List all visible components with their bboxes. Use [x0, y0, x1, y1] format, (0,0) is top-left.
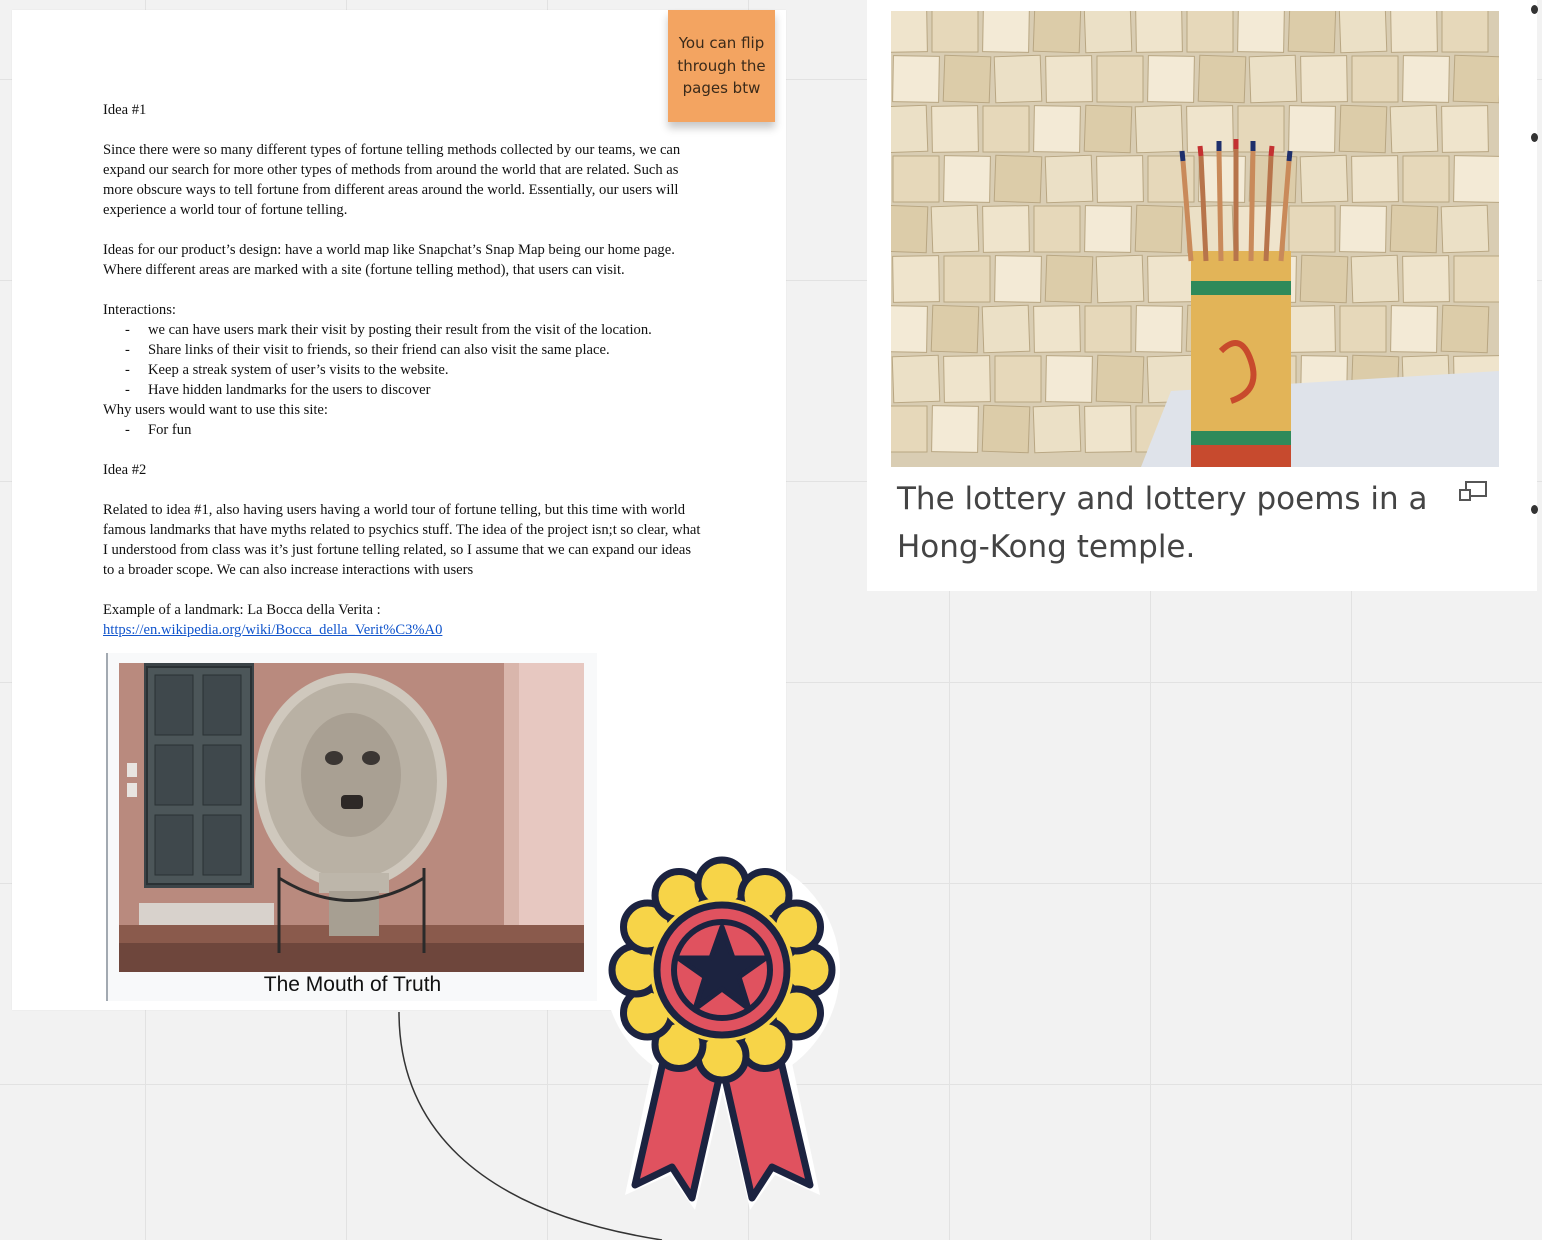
- edge-handle[interactable]: [1531, 133, 1538, 142]
- list-item: Keep a streak system of user’s visits to…: [125, 360, 703, 380]
- award-ribbon-icon[interactable]: [600, 855, 845, 1220]
- document-body: Idea #1 Since there were so many differe…: [103, 100, 703, 640]
- idea1-paragraph: Since there were so many different types…: [103, 142, 681, 218]
- sticky-note[interactable]: You can flip through the pages btw: [668, 10, 775, 122]
- idea1-heading: Idea #1: [103, 102, 147, 118]
- figure-mouth-of-truth: The Mouth of Truth: [106, 653, 597, 1001]
- enlarge-icon[interactable]: [1457, 480, 1489, 504]
- why-heading: Why users would want to use this site:: [103, 402, 328, 418]
- figure-caption: The Mouth of Truth: [263, 973, 442, 996]
- whiteboard-canvas[interactable]: Idea #1 Since there were so many differe…: [0, 0, 1542, 1240]
- sticky-note-text: You can flip through the pages btw: [677, 34, 766, 98]
- interactions-heading: Interactions:: [103, 302, 176, 318]
- list-item: For fun: [125, 420, 703, 440]
- why-list: For fun: [103, 420, 703, 440]
- list-item: we can have users mark their visit by po…: [125, 320, 703, 340]
- list-item: Have hidden landmarks for the users to d…: [125, 380, 703, 400]
- edge-handle[interactable]: [1531, 5, 1538, 14]
- image-caption: The lottery and lottery poems in a Hong-…: [897, 481, 1428, 565]
- edge-handle[interactable]: [1531, 505, 1538, 514]
- idea2-heading: Idea #2: [103, 462, 147, 478]
- list-item: Share links of their visit to friends, s…: [125, 340, 703, 360]
- interactions-list: we can have users mark their visit by po…: [103, 320, 703, 400]
- mouth-of-truth-photo: [119, 663, 584, 972]
- design-paragraph: Ideas for our product’s design: have a w…: [103, 242, 675, 278]
- lottery-temple-photo: [891, 11, 1499, 467]
- image-card-lottery[interactable]: The lottery and lottery poems in a Hong-…: [867, 0, 1537, 591]
- example-text: Example of a landmark: La Bocca della Ve…: [103, 602, 381, 618]
- idea2-paragraph: Related to idea #1, also having users ha…: [103, 502, 701, 578]
- wikipedia-link[interactable]: https://en.wikipedia.org/wiki/Bocca_dell…: [103, 622, 442, 638]
